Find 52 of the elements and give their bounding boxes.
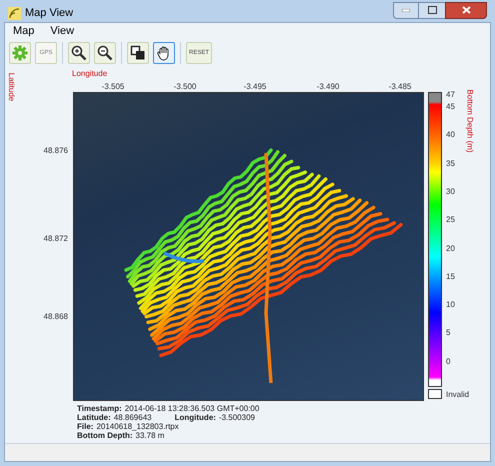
zoom-in-icon bbox=[71, 45, 87, 61]
colorbar-tick-label: 45 bbox=[446, 101, 455, 113]
info-label: Longitude: bbox=[174, 413, 216, 422]
zoom-out-icon bbox=[97, 45, 113, 61]
info-label: Latitude: bbox=[77, 413, 111, 422]
gear-icon bbox=[12, 45, 28, 61]
info-value: 48.869643 bbox=[114, 413, 152, 422]
menu-item[interactable]: View bbox=[50, 22, 74, 40]
y-tick-label: 48.868 bbox=[44, 311, 68, 323]
info-value: -3.500309 bbox=[218, 413, 255, 422]
colorbar-tick-label: 35 bbox=[446, 158, 455, 170]
x-tick-label: -3.505 bbox=[102, 81, 124, 93]
minimize-button[interactable] bbox=[393, 2, 419, 18]
x-tick-label: -3.495 bbox=[244, 81, 266, 93]
colorbar-invalid-label: Invalid bbox=[446, 389, 470, 401]
info-value: 33.78 m bbox=[136, 431, 164, 440]
colorbar-tick-label: 47 bbox=[446, 89, 455, 101]
app-logo-icon bbox=[8, 6, 21, 20]
x-tick-label: -3.485 bbox=[388, 81, 412, 93]
y-tick-label: 48.876 bbox=[44, 145, 68, 157]
window-title: Map View bbox=[25, 6, 74, 21]
colorbar-tick-label: 40 bbox=[446, 129, 455, 142]
colorbar-axis-label: Bottom Depth (m) bbox=[464, 89, 476, 153]
colorbar-tick-label: 30 bbox=[446, 186, 455, 198]
x-tick-label: -3.500 bbox=[174, 81, 196, 93]
toolbar-button[interactable] bbox=[127, 42, 149, 64]
x-axis-label: Longitude bbox=[72, 68, 108, 80]
maximize-icon bbox=[428, 6, 436, 14]
colorbar-tick-label: 20 bbox=[446, 242, 455, 254]
y-tick-label: 48.872 bbox=[44, 233, 68, 245]
info-value: 20140618_132803.rtpx bbox=[96, 422, 179, 431]
toolbar-button[interactable] bbox=[153, 42, 175, 64]
menu-item[interactable]: Map bbox=[13, 22, 34, 40]
info-label: Timestamp: bbox=[77, 404, 122, 413]
toolbar-button[interactable] bbox=[68, 42, 90, 64]
x-tick-label: -3.490 bbox=[316, 81, 340, 93]
colorbar-tick-label: 5 bbox=[446, 327, 450, 340]
colorbar-tick-label: 10 bbox=[446, 299, 455, 312]
info-label: Bottom Depth: bbox=[77, 431, 133, 440]
colorbar-tick-label: 25 bbox=[446, 214, 455, 226]
minimize-icon bbox=[402, 8, 410, 12]
colorbar-tick-label: 0 bbox=[446, 356, 450, 368]
info-value: 2014-06-18 13:28:36.503 GMT+00:00 bbox=[124, 404, 260, 413]
y-axis-label: Latitude bbox=[6, 72, 18, 102]
close-button[interactable] bbox=[445, 2, 487, 18]
overlapping-squares-icon bbox=[130, 45, 146, 61]
toolbar-button[interactable] bbox=[94, 42, 116, 64]
close-icon bbox=[462, 6, 470, 14]
info-label: File: bbox=[77, 422, 94, 431]
colorbar-tick-label: 15 bbox=[446, 270, 455, 283]
maximize-button[interactable] bbox=[419, 2, 445, 18]
colorbar-invalid-swatch bbox=[428, 389, 442, 399]
